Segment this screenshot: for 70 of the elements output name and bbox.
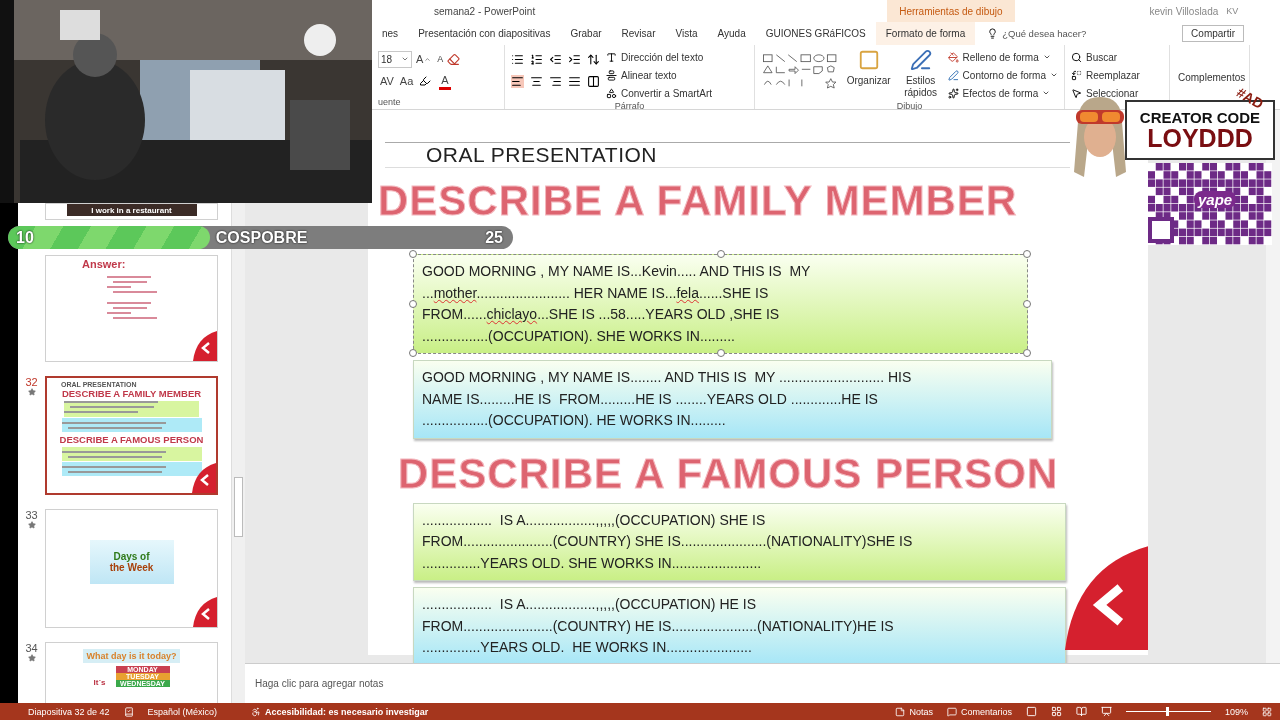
share-button[interactable]: Compartir [1182,25,1244,42]
arrange-button[interactable]: Organizar [843,73,894,89]
ribbon-tab[interactable]: GUIONES GRáFICOS [755,22,876,45]
group-label: uente [378,97,402,109]
thumbnail-heading: DESCRIBE A FAMILY MEMBER [61,388,202,399]
ribbon-command[interactable]: Seleccionar [1084,85,1141,101]
ribbon-command[interactable]: Contorno de forma [960,67,1048,83]
spacing-button[interactable]: AV [378,71,396,91]
case-button[interactable]: Aa [397,71,416,91]
grow-font-button[interactable]: A [414,49,434,69]
box-text: .................. IS A..................,,,,,(OCCUPATION) SHE IS FROM.......................(COUNTRY) SHE IS......................(NATIONALITY)SHE IS ...............YEARS OLD. SHE WORKS IN....................... [422,510,914,573]
ribbon-tab[interactable]: Formato de forma [875,22,976,45]
group-label: Dibujo [895,101,924,113]
goal-label: COSPOBRE [215,228,308,247]
slide-counter: Diapositiva 32 de 42 [28,706,110,717]
box-text: GOOD MORNING , MY NAME IS...Kevin..... AND THIS IS MY ...mother........................ HER NAME IS...fela......SHE IS FROM......chiclayo...SHE IS ...58.....YEARS OLD ,SHE IS .................(OCCUPATION). SHE WORKS IN......... [422,262,812,346]
ribbon-command[interactable]: Efectos de forma [960,85,1041,101]
banner-text: the Week [109,562,154,573]
ribbon-tab[interactable]: Ayuda [707,22,756,45]
thumbnail-heading: DESCRIBE A FAMOUS PERSON [59,434,204,445]
ribbon-command[interactable]: Reemplazar [1084,67,1142,83]
group-label: Párrafo [613,101,646,113]
user-initials: KV [1226,6,1239,16]
notes-field[interactable]: Haga clic para agregar notas [245,663,1280,703]
shrink-font-button[interactable]: A [435,49,446,69]
section-title: ORAL PRESENTATION [426,143,657,167]
comments-button[interactable]: Comentarios [960,706,1012,717]
ribbon-tab[interactable]: Revisar [611,22,666,45]
ribbon-command[interactable]: Dirección del texto [619,49,706,65]
language-label[interactable]: Español (México) [147,706,218,717]
ribbon-tab[interactable]: Vista [665,22,708,45]
slide-thumbnail[interactable]: Answer: [45,255,218,362]
box-text: GOOD MORNING , MY NAME IS........ AND THIS IS MY ........................... HIS NAME IS.........HE IS FROM.........HE IS ........YEARS OLD .............HE IS .................(OCCUPATION). HE WORKS IN......... [422,368,913,430]
qr-logo: yape [1194,191,1237,208]
font-color-button[interactable]: A [439,72,451,90]
slide-number: 34 [25,642,38,654]
accessibility-status[interactable]: Accesibilidad: es necesario investigar [265,706,429,717]
context-label: Herramientas de dibujo [887,0,1015,22]
caption: I work in a restaurant [91,205,172,215]
creator-code-title: CREATOR CODE [1139,109,1261,126]
quick-styles-button[interactable]: Estilos rápidos [899,73,942,101]
ribbon-command[interactable]: Buscar [1084,49,1120,65]
ribbon-command[interactable]: Relleno de forma [960,49,1041,65]
slide-number: 32 [25,376,38,388]
slide-heading: DESCRIBE A FAMILY MEMBER [378,178,1018,224]
ribbon-command[interactable]: Convertir a SmartArt [619,85,715,101]
ad-tag: #AD [1233,84,1267,112]
slide-thumbnail[interactable]: I work in a restaurant [45,203,218,220]
ribbon-tab[interactable]: Grabar [560,22,612,45]
thumbnail-title: Answer: [82,258,126,270]
thumbnail-heading: What day is it today? [83,649,180,663]
zoom-level: 109% [1224,706,1248,717]
slide-heading: DESCRIBE A FAMOUS PERSON [398,450,1059,497]
ribbon-tab[interactable]: Presentación con diapositivas [408,22,561,45]
slide-thumbnail[interactable]: Days of the Week [45,509,218,628]
notes-button[interactable]: Notas [909,706,933,717]
font-size-field[interactable]: 18 [378,50,412,68]
thumbnail-text: It´s [93,678,106,687]
banner-text: Days of [113,551,150,562]
goal-target: 25 [485,228,503,247]
window-title: semana2 - PowerPoint [434,5,536,17]
goal-current: 10 [16,228,34,247]
slide-number: 33 [25,509,38,521]
user-name: kevin Villoslada [1149,5,1219,17]
addins-button[interactable]: Complementos [1176,69,1243,85]
creator-code: LOYDDD [1147,126,1253,151]
ribbon-command[interactable]: Alinear texto [619,67,679,83]
tell-me-field[interactable]: ¿Qué desea hacer? [1002,28,1087,39]
box-text: .................. IS A..................,,,,,(OCCUPATION) HE IS FROM.......................(COUNTRY) HE IS......................(NATIONALITY)HE IS ...............YEARS OLD. HE WORKS IN...................... [422,595,895,657]
ribbon-tab[interactable]: nes [372,22,409,45]
